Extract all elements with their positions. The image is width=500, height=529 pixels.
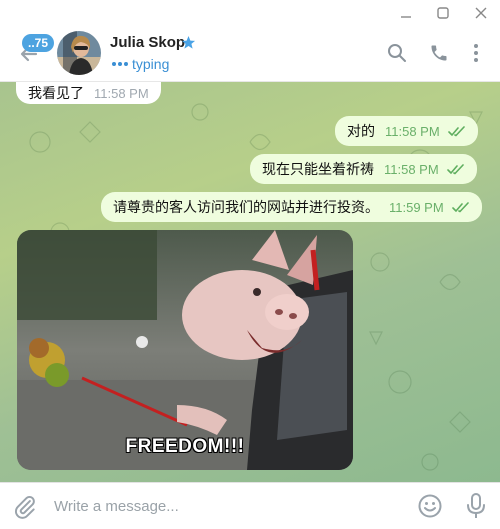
- search-icon: [388, 44, 406, 62]
- gif-message[interactable]: FREEDOM!!!: [17, 230, 353, 470]
- read-check-icon: [446, 163, 464, 174]
- chat-header: ..75 Julia Skop typing: [0, 26, 500, 82]
- message-input[interactable]: [54, 493, 394, 519]
- more-vertical-icon: [474, 44, 478, 62]
- attach-button[interactable]: [12, 494, 38, 520]
- contact-name[interactable]: Julia Skop: [110, 34, 185, 51]
- message-text: 对的: [347, 123, 375, 139]
- microphone-icon: [467, 493, 485, 518]
- message-outgoing[interactable]: 对的 11:58 PM: [335, 116, 478, 146]
- message-text: 请尊贵的客人访问我们的网站并进行投资。: [113, 199, 379, 215]
- gif-caption: FREEDOM!!!: [125, 436, 245, 457]
- read-check-icon: [451, 201, 469, 212]
- emoji-icon: [418, 494, 442, 518]
- message-time: 11:58 PM: [384, 161, 439, 177]
- typing-status: typing: [112, 56, 169, 72]
- status-text: typing: [132, 56, 170, 72]
- avatar-photo: [57, 31, 101, 75]
- message-outgoing[interactable]: 请尊贵的客人访问我们的网站并进行投资。 11:59 PM: [101, 192, 482, 222]
- message-text: 我看见了: [28, 85, 84, 101]
- unread-count-badge: ..75: [22, 34, 54, 52]
- paperclip-icon: [15, 495, 35, 519]
- read-check-icon: [447, 125, 465, 136]
- close-button[interactable]: [472, 4, 490, 22]
- more-options-button[interactable]: [465, 42, 487, 64]
- search-button[interactable]: [386, 42, 408, 64]
- message-text: 现在只能坐着祈祷: [262, 161, 374, 177]
- minimize-button[interactable]: [397, 4, 415, 22]
- message-composer: [0, 482, 500, 529]
- message-time: 11:58 PM: [94, 85, 149, 101]
- message-time: 11:58 PM: [385, 123, 440, 139]
- avatar[interactable]: [57, 31, 101, 75]
- voice-message-button[interactable]: [464, 492, 488, 520]
- typing-dots-icon: [112, 62, 128, 66]
- minimize-icon: [401, 16, 411, 18]
- gif-image: [17, 230, 353, 470]
- message-incoming[interactable]: 我看见了 11:58 PM: [16, 82, 161, 104]
- message-list[interactable]: 我看见了 11:58 PM 对的 11:58 PM 现在只能坐着祈祷 11:58…: [0, 82, 500, 482]
- maximize-button[interactable]: [434, 4, 452, 22]
- close-icon: [475, 7, 487, 19]
- call-button[interactable]: [428, 42, 450, 64]
- window-titlebar: [0, 0, 500, 26]
- message-outgoing[interactable]: 现在只能坐着祈祷 11:58 PM: [250, 154, 477, 184]
- verified-star-icon: [181, 35, 196, 49]
- emoji-button[interactable]: [417, 493, 443, 519]
- message-time: 11:59 PM: [389, 199, 444, 215]
- maximize-icon: [437, 7, 449, 19]
- phone-icon: [431, 45, 447, 61]
